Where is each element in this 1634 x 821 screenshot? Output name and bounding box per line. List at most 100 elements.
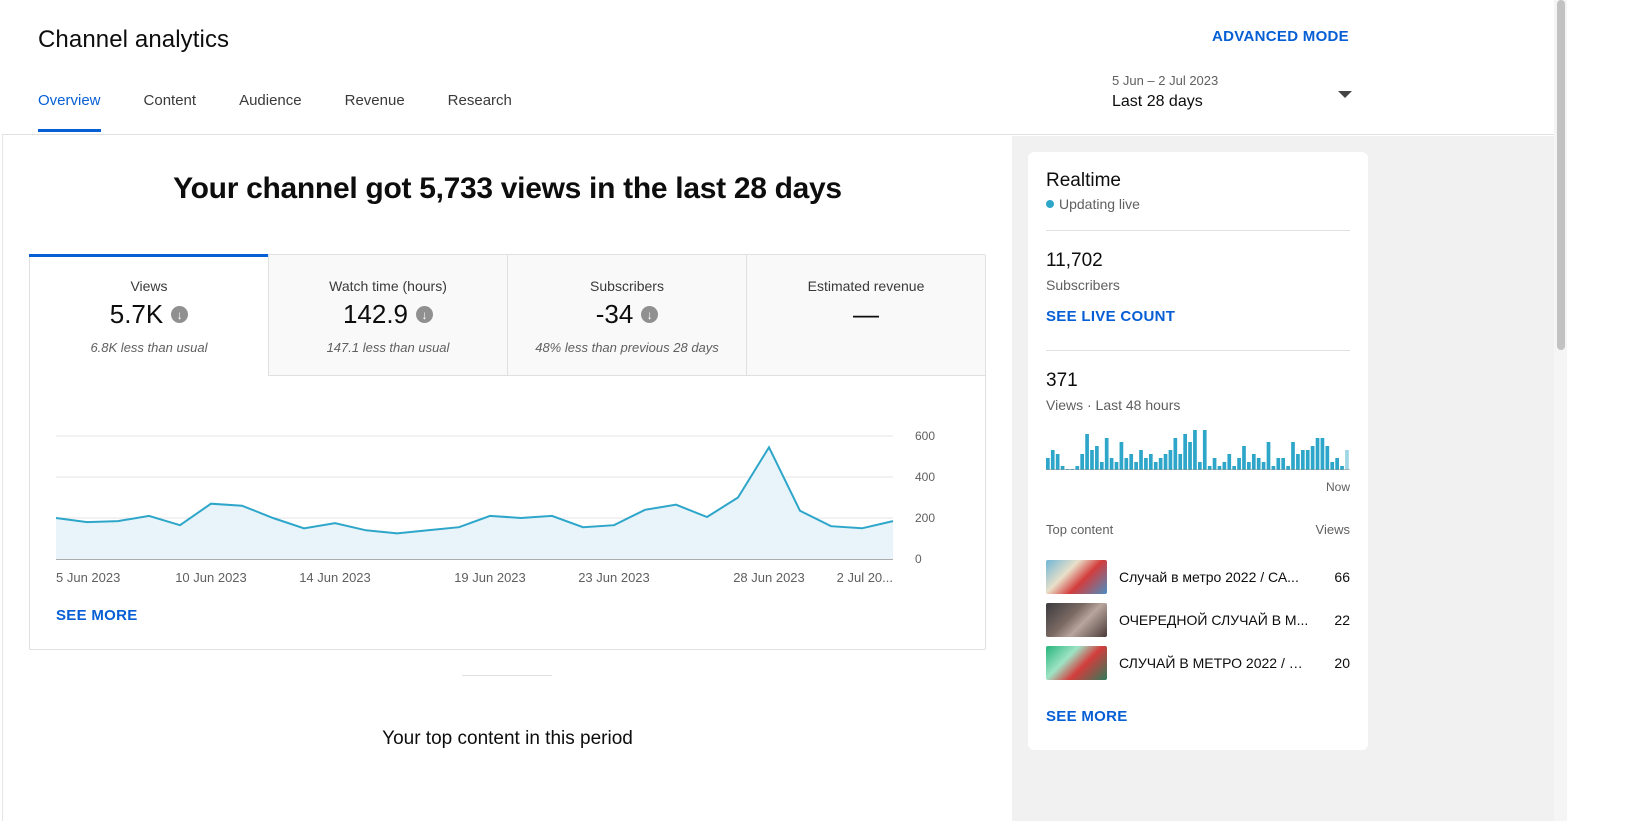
video-thumbnail	[1046, 560, 1107, 594]
views-headline: Your channel got 5,733 views in the last…	[173, 172, 842, 205]
realtime-bar	[1198, 462, 1202, 470]
views-chart: 0 200 400 600 5 Jun 2023 10 Jun 2023 14 Jun 20…	[30, 376, 985, 606]
video-title: Случай в метро 2022 / СА...	[1119, 569, 1299, 585]
realtime-bar	[1095, 446, 1099, 470]
subscribers-label: Subscribers	[1046, 277, 1120, 293]
realtime-bar	[1232, 466, 1237, 470]
video-thumbnail	[1046, 603, 1107, 637]
top-content-item[interactable]: ОЧЕРЕДНОЙ СЛУЧАЙ В М... 22	[1046, 603, 1350, 637]
realtime-bar	[1296, 454, 1300, 470]
x-tick-label: 28 Jun 2023	[733, 570, 805, 585]
x-tick-label: 14 Jun 2023	[299, 570, 371, 585]
realtime-bar	[1261, 462, 1266, 470]
metric-value-text: —	[853, 299, 879, 329]
date-range-dropdown[interactable]: 5 Jun – 2 Jul 2023 Last 28 days	[1112, 73, 1352, 123]
realtime-see-more-button[interactable]: SEE MORE	[1046, 708, 1128, 725]
metric-tab-watch-time[interactable]: Watch time (hours) 142.9 ↓ 147.1 less th…	[269, 255, 508, 376]
see-live-count-button[interactable]: SEE LIVE COUNT	[1046, 308, 1175, 325]
realtime-bar	[1139, 450, 1143, 470]
realtime-card: Realtime Updating live 11,702 Subscriber…	[1028, 152, 1368, 750]
realtime-bar	[1345, 450, 1349, 470]
realtime-bar	[1134, 462, 1138, 470]
metric-tab-views[interactable]: Views 5.7K ↓ 6.8K less than usual	[29, 254, 269, 376]
metrics-card: Views 5.7K ↓ 6.8K less than usual Watch …	[29, 254, 986, 650]
metric-tabs: Views 5.7K ↓ 6.8K less than usual Watch …	[29, 254, 985, 376]
realtime-bar	[1109, 458, 1114, 470]
metric-value: -34 ↓	[596, 299, 659, 330]
top-content-header: Top content Views	[1046, 522, 1350, 537]
live-status: Updating live	[1046, 196, 1140, 212]
realtime-bar	[1119, 442, 1124, 470]
live-status-text: Updating live	[1059, 196, 1140, 212]
y-tick-label: 200	[915, 511, 935, 525]
realtime-bar	[1124, 458, 1129, 470]
realtime-bar	[1291, 442, 1295, 470]
realtime-bar	[1281, 458, 1286, 470]
tab-research[interactable]: Research	[448, 92, 512, 121]
metric-value: 5.7K ↓	[110, 299, 189, 330]
top-content-heading: Your top content in this period	[382, 728, 633, 749]
realtime-bar	[1163, 454, 1168, 470]
realtime-bar	[1340, 466, 1344, 470]
realtime-title: Realtime	[1046, 170, 1121, 191]
metric-tab-subscribers[interactable]: Subscribers -34 ↓ 48% less than previous…	[508, 255, 747, 376]
now-label: Now	[1325, 480, 1350, 494]
separator	[1046, 350, 1350, 351]
realtime-bar	[1090, 450, 1094, 470]
realtime-bar	[1178, 454, 1183, 470]
tab-audience[interactable]: Audience	[239, 92, 302, 121]
realtime-bar	[1158, 458, 1163, 470]
top-content-item[interactable]: Случай в метро 2022 / СА... 66	[1046, 560, 1350, 594]
advanced-mode-button[interactable]: ADVANCED MODE	[1212, 28, 1349, 45]
realtime-bar	[1080, 454, 1085, 470]
realtime-bar	[1222, 462, 1227, 470]
realtime-bar	[1330, 462, 1335, 470]
video-views: 20	[1334, 655, 1350, 671]
video-views: 66	[1334, 569, 1350, 585]
realtime-bar	[1212, 458, 1217, 470]
realtime-bar	[1173, 438, 1178, 470]
realtime-bar	[1217, 466, 1222, 470]
metric-name: Estimated revenue	[807, 278, 925, 294]
arrow-down-icon: ↓	[641, 306, 659, 323]
y-tick-label: 600	[915, 429, 935, 443]
realtime-bar	[1202, 430, 1207, 470]
realtime-views-label: Views · Last 48 hours	[1046, 397, 1181, 413]
realtime-bar	[1207, 466, 1212, 470]
views-column-label: Views	[1315, 522, 1350, 537]
video-thumbnail	[1046, 646, 1107, 680]
realtime-bar	[1099, 462, 1104, 470]
realtime-bar	[1193, 430, 1197, 470]
scrollbar[interactable]	[1554, 0, 1567, 821]
realtime-views-count: 371	[1046, 370, 1078, 391]
tab-overview[interactable]: Overview	[38, 92, 101, 132]
metric-value-text: 142.9	[342, 299, 409, 329]
see-more-button[interactable]: SEE MORE	[56, 607, 138, 624]
realtime-bar	[1085, 434, 1089, 470]
metric-value: 142.9 ↓	[342, 299, 434, 330]
realtime-bar	[1227, 454, 1232, 470]
realtime-bar	[1286, 466, 1290, 470]
realtime-bar	[1144, 458, 1148, 470]
metric-note: 48% less than previous 28 days	[535, 340, 719, 355]
tab-content[interactable]: Content	[144, 92, 197, 121]
subscribers-count: 11,702	[1046, 250, 1103, 271]
realtime-bar	[1168, 450, 1173, 470]
realtime-bar	[1300, 450, 1305, 470]
tab-revenue[interactable]: Revenue	[345, 92, 405, 121]
metric-note: 6.8K less than usual	[90, 340, 208, 355]
x-tick-label: 23 Jun 2023	[578, 570, 650, 585]
realtime-bar	[1310, 446, 1315, 470]
metric-name: Subscribers	[590, 278, 664, 294]
nav-tabs: Overview Content Audience Revenue Resear…	[38, 92, 555, 132]
x-tick-label: 2 Jul 20...	[837, 570, 893, 585]
metric-tab-revenue[interactable]: Estimated revenue —	[747, 255, 985, 376]
live-dot-icon	[1046, 200, 1054, 208]
scrollbar-thumb[interactable]	[1557, 0, 1565, 350]
realtime-bar	[1183, 434, 1187, 470]
metric-value-text: -34	[595, 299, 634, 329]
top-content-item[interactable]: СЛУЧАЙ В МЕТРО 2022 / Л... 20	[1046, 646, 1350, 680]
x-tick-label: 5 Jun 2023	[56, 570, 120, 585]
realtime-bar	[1320, 438, 1325, 470]
realtime-bar	[1256, 458, 1261, 470]
